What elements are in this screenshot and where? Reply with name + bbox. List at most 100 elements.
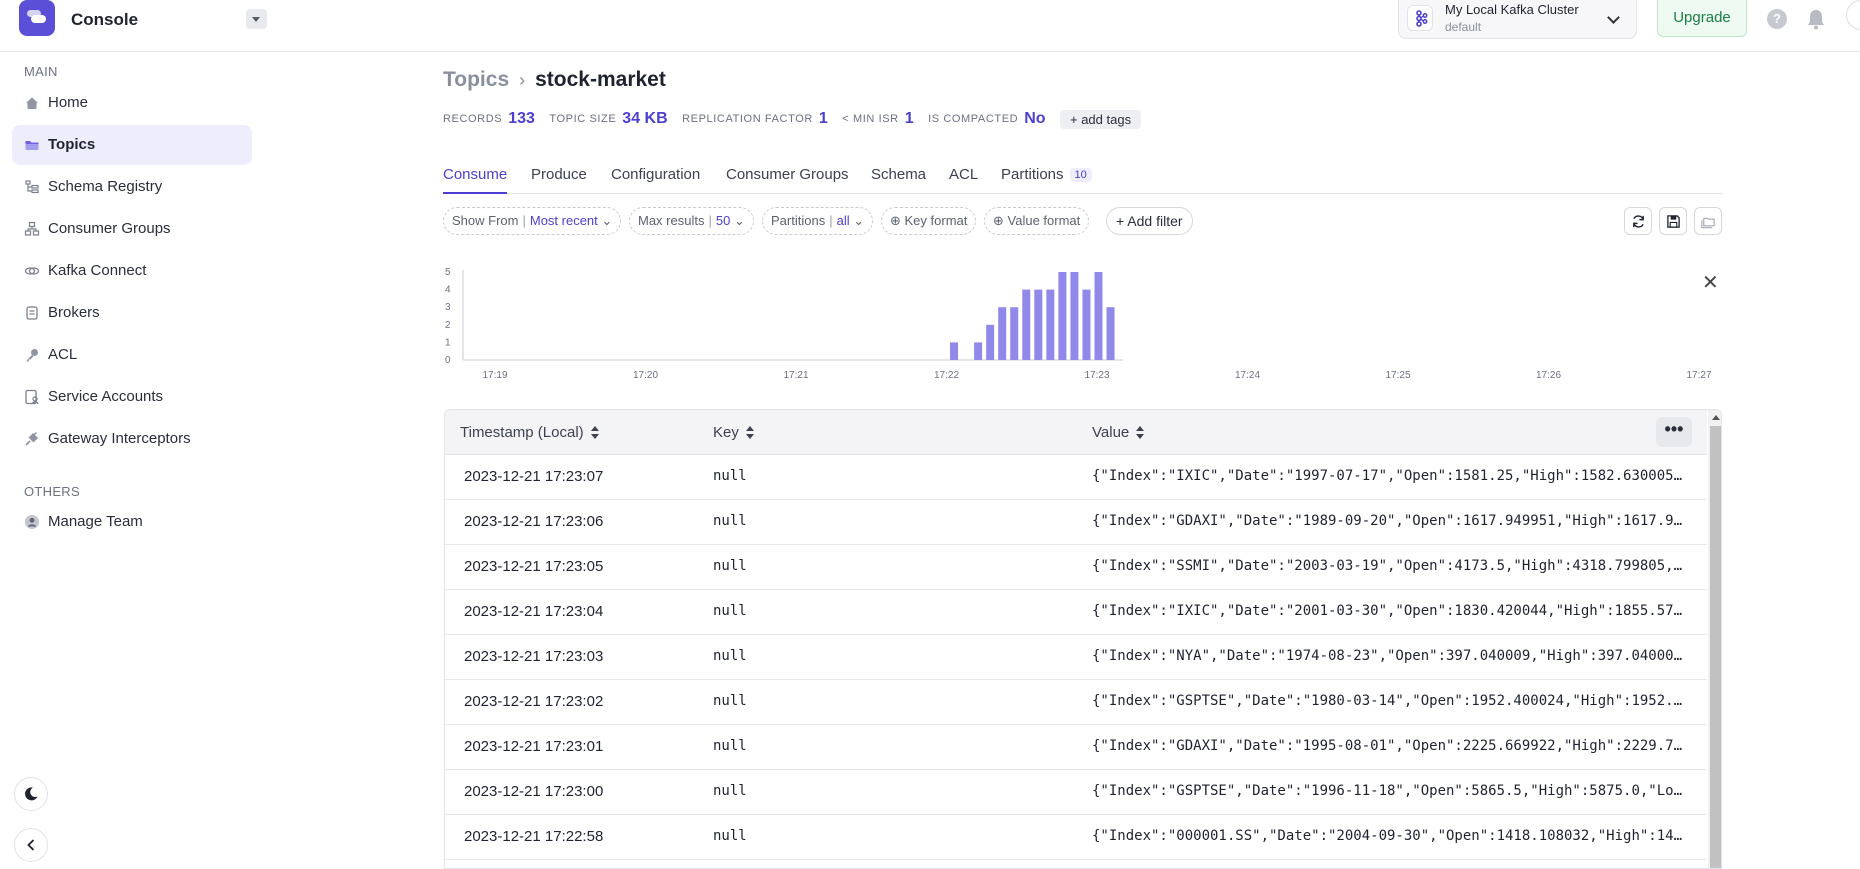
plug-icon [25, 431, 38, 446]
scroll-up-icon[interactable] [1712, 415, 1720, 420]
breadcrumb-topics-link[interactable]: Topics [443, 68, 509, 91]
plus-circle-icon: ⊕ [993, 213, 1008, 228]
sidebar-item-label: Home [48, 94, 89, 111]
histogram-bar [1094, 272, 1103, 360]
sidebar: MAIN Home Topics Schema Registry Consume… [0, 52, 268, 862]
section-label-main: MAIN [24, 64, 58, 79]
column-label: Key [713, 424, 739, 441]
x-tick-label: 17:22 [934, 370, 959, 381]
more-options-button[interactable]: ••• [1656, 417, 1692, 447]
sidebar-item-label: Schema Registry [48, 178, 163, 195]
table-row[interactable]: 2023-12-21 17:23:07 null {"Index":"IXIC","… [445, 455, 1707, 500]
sidebar-item-consumer-groups[interactable]: Consumer Groups [12, 209, 252, 249]
upgrade-button[interactable]: Upgrade [1657, 0, 1747, 37]
sidebar-item-label: Service Accounts [48, 388, 164, 405]
row-key: null [713, 603, 747, 619]
histogram-bar [1082, 289, 1091, 360]
sidebar-item-service-accounts[interactable]: Service Accounts [12, 377, 252, 417]
row-key: null [713, 468, 747, 484]
sidebar-item-kafka-connect[interactable]: Kafka Connect [12, 251, 252, 291]
tab-produce[interactable]: Produce [531, 166, 587, 194]
sidebar-item-schema-registry[interactable]: Schema Registry [12, 167, 252, 207]
table-row[interactable]: 2023-12-21 17:23:00 null {"Index":"GSPTSE"… [445, 770, 1707, 815]
sidebar-item-label: Kafka Connect [48, 262, 147, 279]
row-value: {"Index":"GSPTSE","Date":"1996-11-18","O… [1092, 783, 1683, 799]
stat-label: IS COMPACTED [928, 113, 1019, 126]
value-format-filter[interactable]: ⊕ Value format [984, 207, 1090, 235]
sidebar-item-brokers[interactable]: Brokers [12, 293, 252, 333]
connect-icon [24, 267, 40, 275]
row-timestamp: 2023-12-21 17:22:58 [464, 828, 604, 845]
account-icon [25, 389, 39, 405]
column-header-value[interactable]: Value [1092, 424, 1145, 441]
tab-configuration[interactable]: Configuration [611, 166, 700, 194]
table-row[interactable]: 2023-12-21 17:23:01 null {"Index":"GDAXI",… [445, 725, 1707, 770]
chevron-down-icon: ⌄ [733, 213, 745, 228]
partitions-filter[interactable]: Partitions | all ⌄ [762, 207, 874, 235]
messages-histogram: 0 1 2 3 4 5 17:19 17:20 17:21 17:22 17:23 17:24 17:2… [445, 267, 1712, 381]
filter-bar: Show From | Most recent ⌄ Max results | 50 ⌄… [443, 207, 1723, 235]
row-key: null [713, 513, 747, 529]
scrollbar-thumb[interactable] [1710, 426, 1721, 868]
sidebar-item-acl[interactable]: ACL [12, 335, 252, 375]
filter-value: all [836, 213, 850, 228]
avatar[interactable] [1846, 0, 1860, 30]
saved-filters-button[interactable] [1694, 207, 1722, 235]
plus-icon: + [1069, 112, 1082, 127]
sidebar-item-topics[interactable]: Topics [12, 125, 252, 165]
key-format-filter[interactable]: ⊕ Key format [881, 207, 977, 235]
x-tick-label: 17:20 [633, 370, 658, 381]
add-filter-button[interactable]: + Add filter [1106, 207, 1193, 235]
histogram-bar [950, 342, 959, 360]
tab-partitions[interactable]: Partitions 10 [1001, 166, 1092, 194]
sidebar-item-home[interactable]: Home [12, 83, 252, 123]
table-row[interactable]: 2023-12-21 17:23:06 null {"Index":"GDAXI",… [445, 500, 1707, 545]
sidebar-item-gateway-interceptors[interactable]: Gateway Interceptors [12, 419, 252, 459]
table-row[interactable]: 2023-12-21 17:23:05 null {"Index":"SSMI","… [445, 545, 1707, 590]
chevron-down-icon: ⌄ [853, 213, 865, 228]
table-row[interactable]: 2023-12-21 17:22:58 null {"Index":"000001.… [445, 815, 1707, 860]
row-timestamp: 2023-12-21 17:23:03 [464, 648, 604, 665]
sidebar-item-manage-team[interactable]: Manage Team [12, 502, 252, 542]
histogram-bar [974, 342, 983, 360]
stat-min-isr: < MIN ISR 1 [842, 110, 913, 128]
filter-value: 50 [715, 213, 731, 228]
tab-acl[interactable]: ACL [949, 166, 978, 194]
user-icon [25, 515, 39, 529]
row-timestamp: 2023-12-21 17:23:07 [464, 468, 604, 485]
y-tick-label: 5 [445, 267, 451, 278]
row-value: {"Index":"GSPTSE","Date":"1980-03-14","O… [1092, 693, 1683, 709]
column-header-key[interactable]: Key [713, 424, 755, 441]
plus-icon: + [1116, 213, 1128, 229]
column-header-timestamp[interactable]: Timestamp (Local) [460, 424, 600, 441]
x-tick-label: 17:25 [1385, 370, 1410, 381]
cluster-env: default [1445, 20, 1482, 34]
sidebar-item-label: ACL [48, 346, 78, 363]
table-row[interactable]: 2023-12-21 17:23:04 null {"Index":"IXIC","… [445, 590, 1707, 635]
tab-label: Partitions [1001, 166, 1064, 183]
app-name: Console [71, 10, 139, 29]
scrollbar[interactable] [1708, 410, 1721, 868]
x-tick-label: 17:24 [1235, 370, 1260, 381]
add-tags-button[interactable]: + add tags [1059, 110, 1142, 129]
moon-icon [25, 787, 38, 801]
close-icon[interactable]: ✕ [1702, 270, 1719, 295]
bell-icon[interactable] [1806, 8, 1826, 30]
show-from-filter[interactable]: Show From | Most recent ⌄ [443, 207, 622, 235]
logo-icon[interactable] [19, 0, 55, 36]
x-tick-label: 17:19 [482, 370, 507, 381]
cluster-selector[interactable]: My Local Kafka Cluster default [1398, 0, 1637, 39]
tab-consume[interactable]: Consume [443, 166, 508, 194]
refresh-button[interactable] [1624, 207, 1652, 235]
dark-mode-toggle[interactable] [14, 777, 48, 811]
help-icon[interactable]: ? [1767, 9, 1787, 29]
table-row[interactable]: 2023-12-21 17:23:03 null {"Index":"NYA","D… [445, 635, 1707, 680]
app-dropdown-button[interactable] [246, 9, 267, 29]
y-tick-label: 4 [445, 285, 451, 296]
save-button[interactable] [1659, 207, 1687, 235]
tab-consumer-groups[interactable]: Consumer Groups [726, 166, 849, 194]
row-key: null [713, 783, 747, 799]
table-row[interactable]: 2023-12-21 17:23:02 null {"Index":"GSPTSE"… [445, 680, 1707, 725]
max-results-filter[interactable]: Max results | 50 ⌄ [629, 207, 754, 235]
tab-schema[interactable]: Schema [871, 166, 926, 194]
